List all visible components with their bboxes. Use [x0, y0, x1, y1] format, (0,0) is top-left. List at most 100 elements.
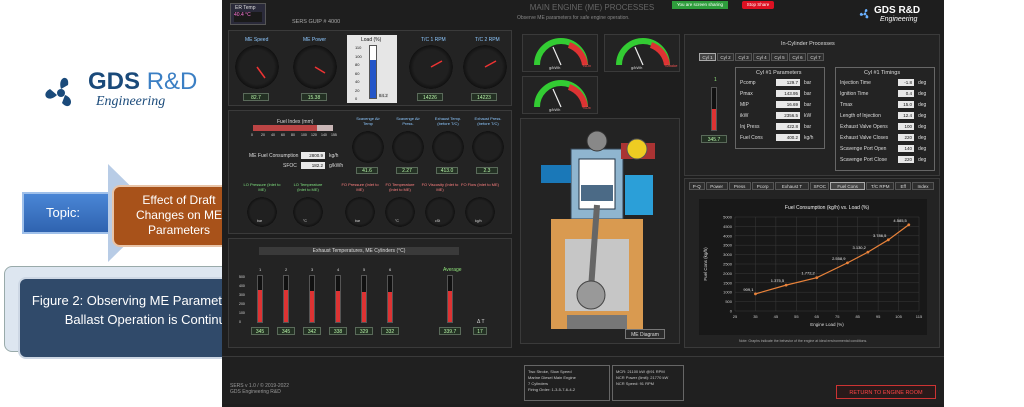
chart-xtick-label: 55	[794, 314, 799, 319]
graph-tab-index[interactable]: Index	[912, 182, 934, 190]
topic-label: Topic:	[46, 205, 80, 220]
chart-xtick-label: 45	[774, 314, 779, 319]
cyl-param-name: MIP	[740, 102, 749, 108]
chart-ytick-label: 1500	[723, 280, 733, 285]
cyl-timing-value: 220	[898, 156, 914, 163]
sim-brand-logo: GDS R&D Engineering	[858, 3, 940, 25]
chart-xtick-label: 35	[753, 314, 758, 319]
graph-tab-sfoc[interactable]: SFOC	[810, 182, 830, 190]
chart-data-label: 4.585,5	[893, 218, 907, 223]
cyl-timing-value: 15.0	[898, 101, 914, 108]
mid-gauge-value: 413.0	[436, 167, 458, 174]
tab-cyl-5[interactable]: Cyl 5	[771, 53, 788, 61]
graph-tab-press[interactable]: Press	[728, 182, 751, 190]
graph-tab-exhaust-t[interactable]: Exhaust T	[774, 182, 810, 190]
cyl-timing-unit: deg	[918, 157, 927, 163]
cyl-param-unit: bar	[804, 91, 812, 97]
graph-tab-power[interactable]: Power	[705, 182, 728, 190]
graph-tab-eff[interactable]: Eff	[895, 182, 911, 190]
left-overlay: GDS R&D Engineering Topic: Effect of Dra…	[0, 0, 290, 407]
lo-gauge-label: FO Viscosity (Inlet to ME)	[421, 182, 459, 192]
cyl-param-name: Fuel Cons	[740, 135, 763, 141]
exhaust-title: Exhaust Temperatures, ME Cylinders (°C)	[312, 248, 406, 254]
lo-gauge-unit: °C	[395, 219, 399, 223]
tab-cyl-2[interactable]: Cyl 2	[717, 53, 734, 61]
return-button-label: RETURN TO ENGINE ROOM	[849, 390, 923, 396]
return-to-engine-room-button[interactable]: RETURN TO ENGINE ROOM	[836, 385, 936, 399]
cyl-timing-name: Exhaust Valve Closes	[840, 135, 889, 141]
lo-gauge-unit: bar	[257, 219, 263, 223]
exhaust-cyl-bar-fill	[388, 291, 392, 322]
lo-gauge-unit: °C	[303, 219, 307, 223]
engine-info-lines: Two Stroke, Slow Speed Marine Diesel Main…	[528, 369, 606, 393]
chart-ytick-label: 500	[725, 299, 732, 304]
cyl-param-unit: bar	[804, 124, 812, 130]
me-diagram-button[interactable]: ME Diagram	[625, 329, 665, 339]
tc2-needle	[484, 60, 497, 68]
footer-company: GDS Engineering R&D	[230, 389, 281, 395]
chart-ylabel: Fuel Cons (kg/h)	[703, 247, 708, 281]
me-speed-needle	[256, 66, 266, 79]
exhaust-cyl-bar-fill	[336, 290, 340, 322]
top-gauges-panel: ME Speed 82.7 ME Power 15.38 Load (%) 11…	[228, 30, 512, 106]
delta-value: 17	[473, 327, 487, 335]
average-bar	[447, 275, 453, 323]
emission-gauge-unit: g/kWh	[549, 107, 561, 112]
load-value: 84.2	[379, 93, 388, 98]
tab-cyl-3[interactable]: Cyl 3	[735, 53, 752, 61]
chart-data-point	[886, 238, 890, 242]
er-temp-box: ER Temp 40.4 °C	[230, 3, 266, 25]
engine-cross-section-diagram	[541, 130, 655, 329]
exhaust-scale-tick: 200	[239, 302, 245, 306]
tab-cyl-6[interactable]: Cyl 6	[789, 53, 806, 61]
sfoc-label: SFOC	[283, 163, 297, 169]
chart-ytick-label: 3500	[723, 243, 733, 248]
mid-gauge-label: Exhaust Press. (before T/C)	[474, 116, 502, 126]
cyl-param-value: 129.7	[776, 79, 800, 86]
stop-share-button[interactable]: Stop Share	[742, 1, 774, 9]
graph-tab-fuel-cons[interactable]: Fuel Cons	[830, 182, 865, 190]
engine-info-box: Two Stroke, Slow Speed Marine Diesel Main…	[524, 365, 610, 401]
brand-name-part1: GDS	[88, 68, 141, 95]
exhaust-cyl-number: 2	[285, 267, 288, 272]
fuel-index-tick: 60	[281, 133, 285, 137]
cyl-param-value: 143.95	[776, 90, 800, 97]
exhaust-cyl-value: 338	[329, 327, 347, 335]
emission-gauge-tag: NOx	[583, 63, 591, 68]
chart-data-label: 3.130,2	[853, 245, 867, 250]
cyl-param-name: Pcomp	[740, 80, 756, 86]
tab-cyl-4[interactable]: Cyl 4	[753, 53, 770, 61]
load-label: Load (%)	[361, 37, 382, 43]
sim-propeller-icon	[859, 8, 869, 19]
fuel-consumption-value: 2800.9	[301, 152, 325, 159]
tc1-needle	[430, 60, 443, 68]
me-speed-value: 82.7	[243, 93, 269, 101]
emission-gauge: g/kWh NOx	[522, 34, 598, 72]
chart-xlabel: Engine Load (%)	[810, 322, 844, 327]
cyl-timing-value: 140	[898, 145, 914, 152]
exhaust-cyl-number: 4	[337, 267, 340, 272]
lo-gauge-unit: cSt	[435, 219, 441, 223]
cyl-timing-name: Ignition Time	[840, 91, 869, 97]
chart-title: Fuel Consumption (kg/h) vs. Load (%)	[785, 205, 870, 211]
tab-cyl-7[interactable]: Cyl 7	[807, 53, 824, 61]
load-tick: 100	[355, 53, 362, 59]
mid-gauge-label: Scavenge Air Temp	[356, 116, 380, 126]
graph-tab-pcorp[interactable]: Pcorp	[751, 182, 774, 190]
exhaust-title-box: Exhaust Temperatures, ME Cylinders (°C)	[259, 247, 459, 255]
fuel-consumption-unit: kg/h	[329, 153, 339, 159]
cyl-param-unit: bar	[804, 102, 812, 108]
exhaust-scale-tick: 300	[239, 293, 245, 297]
tab-cyl-1[interactable]: Cyl 1	[699, 53, 716, 61]
me-power-label: ME Power	[303, 37, 327, 43]
lo-gauge-label: FO Flow (Inlet to ME)	[461, 182, 500, 187]
chart-xtick-label: 105	[895, 314, 902, 319]
share-banner: You are screen sharing	[672, 1, 728, 9]
cyl-param-value: 16.69	[776, 101, 800, 108]
load-tick: 20	[355, 87, 360, 93]
sfoc-unit: g/kWh	[329, 163, 344, 169]
graph-note: Note: Graphs indicate the behavior of th…	[739, 339, 868, 343]
graph-tab-t-c-rpm[interactable]: T/C RPM	[866, 182, 895, 190]
graph-tab-p-q[interactable]: P-Q	[689, 182, 705, 190]
emission-gauge-unit: g/kWh	[549, 65, 561, 70]
